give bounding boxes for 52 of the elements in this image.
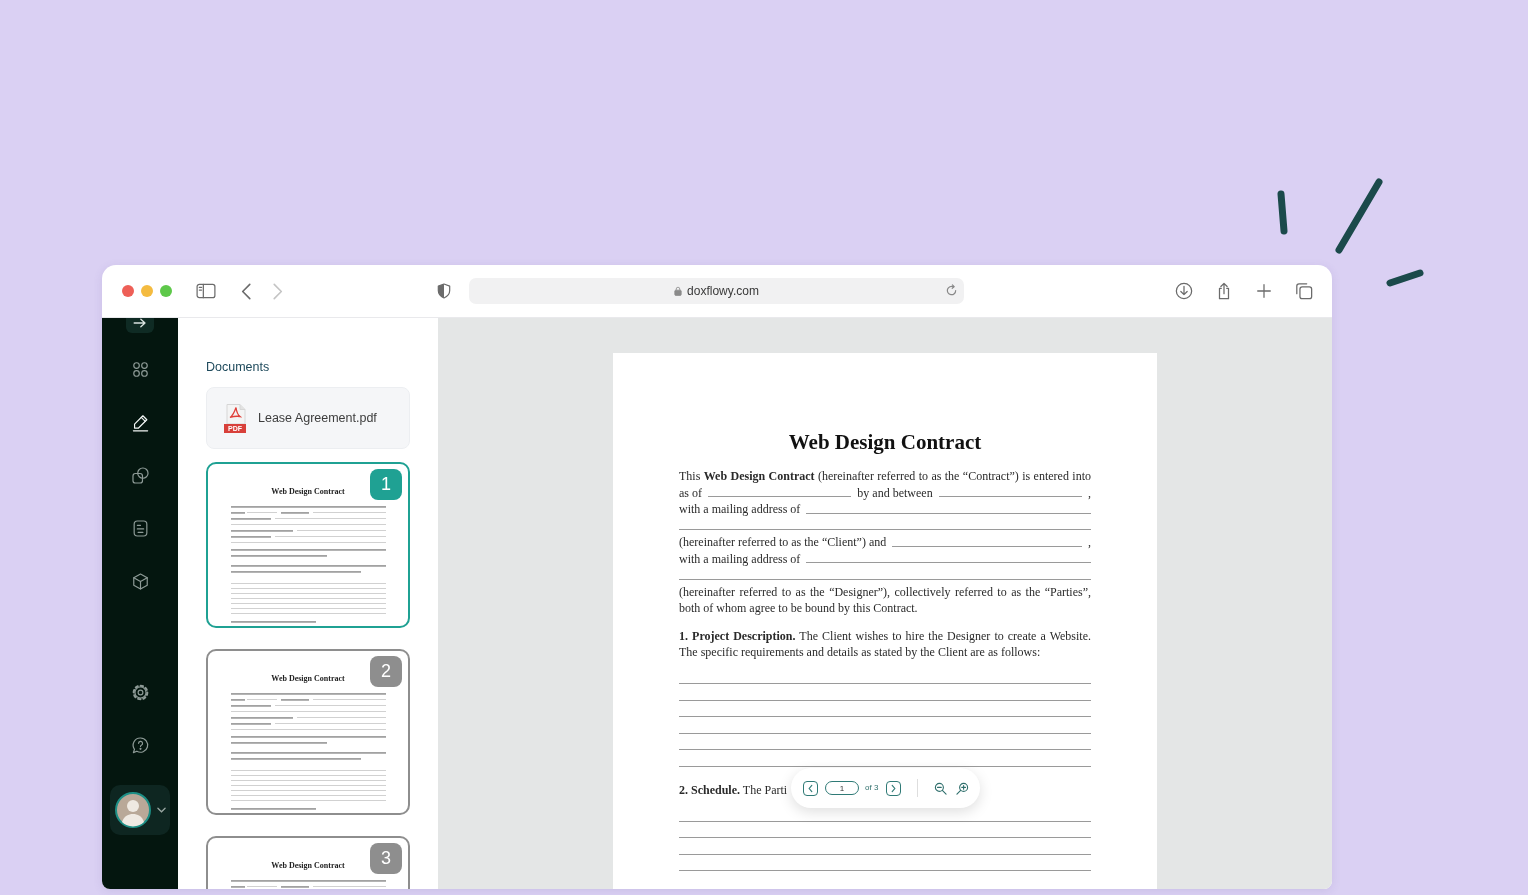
thumbnail-title: Web Design Contract [271,861,345,871]
page-number-badge: 1 [370,469,402,500]
settings-icon [130,682,150,702]
thumbnail-title: Web Design Contract [271,487,345,497]
grid-icon [130,359,150,379]
shield-icon[interactable] [437,283,451,299]
zoom-in-icon[interactable] [956,781,970,795]
page-number-field[interactable]: 1 [825,781,859,795]
page-number-badge: 2 [370,656,402,687]
help-icon [130,735,150,755]
previous-page-button[interactable] [803,780,818,796]
next-page-button[interactable] [886,780,902,796]
chevron-right-icon [890,783,898,793]
pencil-icon [130,412,150,432]
page-thumbnail[interactable]: Web Design Contract 1 [206,462,410,628]
page-number-badge: 3 [370,843,402,874]
document-text: with a mailing address of [679,501,801,518]
lock-icon [674,286,683,296]
reload-icon[interactable] [945,284,958,297]
chevron-down-icon [157,807,166,813]
document-text: , [1088,484,1091,501]
pdf-file-icon [224,403,248,424]
address-bar[interactable]: doxflowy.com [469,278,964,304]
page-thumbnail[interactable]: Web Design Contract 3 [206,836,410,889]
document-title: Web Design Contract [787,430,983,454]
user-menu-button[interactable] [110,785,170,835]
page-count: of 3 [865,781,879,794]
document-text: with a mailing address of [679,550,801,567]
document-text: as of [679,484,702,501]
thumbnail-title: Web Design Contract [271,674,345,684]
zoom-out-icon[interactable] [934,781,948,795]
documents-heading: Documents [206,359,271,375]
sidebar-icon[interactable] [196,283,216,299]
document-text: (hereinafter referred to as the “Designer”), collectively referred to as the “Parties”, both of whom agree to be bound by this Contract. [679,583,1091,617]
shapes-icon [130,465,150,485]
file-name: Lease Agreement.pdf [258,411,377,425]
cube-icon [130,571,150,591]
chevron-left-icon[interactable] [240,282,252,300]
arrow-right-icon [133,318,147,328]
page-thumbnail[interactable]: Web Design Contract 2 [206,649,410,815]
document-text: (hereinafter referred to as the “Client”) and [679,534,887,551]
close-window-button[interactable] [122,285,134,297]
download-icon[interactable] [1175,282,1193,300]
document-text: by and between [857,484,933,501]
tabs-icon[interactable] [1295,282,1313,300]
document-text: 2. Schedule. The Parti [679,781,788,798]
document-text: , [1088,534,1091,551]
plus-icon[interactable] [1255,282,1273,300]
document-text: This Web Design Contract (hereinafter referred to as the “Contract”) is entered into [679,468,1091,485]
chevron-left-icon [807,783,814,793]
document-text: 1. Project Description. The Client wishes to hire the Designer to create a Website. The specific requirements and details as stated by the Client are as follows: [679,627,1091,661]
avatar-icon [115,792,151,828]
